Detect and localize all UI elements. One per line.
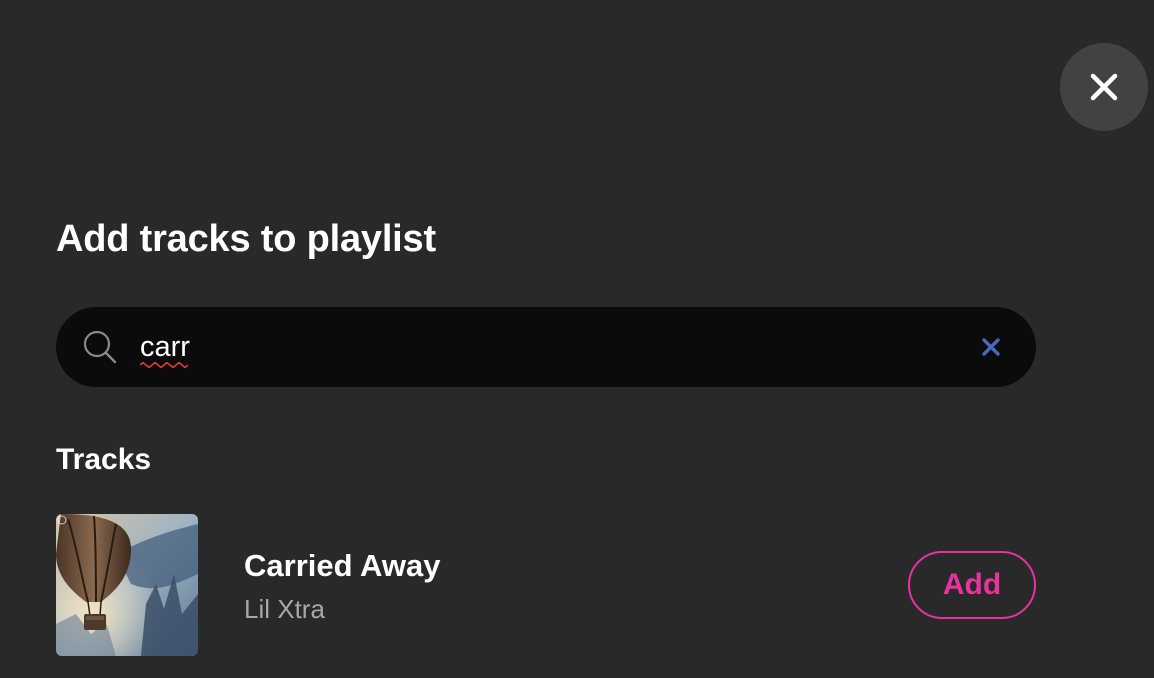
hot-air-balloon-album-art <box>56 514 198 656</box>
clear-search-button[interactable] <box>978 334 1004 360</box>
add-tracks-dialog: Add tracks to playlist Tracks <box>0 0 1154 678</box>
spellcheck-underline <box>140 362 188 368</box>
track-artist[interactable]: Lil Xtra <box>244 592 325 626</box>
close-button[interactable] <box>1060 43 1148 131</box>
search-bar[interactable] <box>56 307 1036 387</box>
album-art <box>56 514 198 656</box>
search-input[interactable] <box>140 327 940 367</box>
dialog-title: Add tracks to playlist <box>56 218 436 260</box>
clear-icon <box>982 338 1000 356</box>
search-icon <box>83 330 117 364</box>
track-row: Carried Away Lil Xtra Add <box>56 514 1036 656</box>
track-title[interactable]: Carried Away <box>244 546 440 586</box>
tracks-heading: Tracks <box>56 443 152 476</box>
add-track-button[interactable]: Add <box>908 551 1036 619</box>
close-icon <box>1090 73 1118 101</box>
